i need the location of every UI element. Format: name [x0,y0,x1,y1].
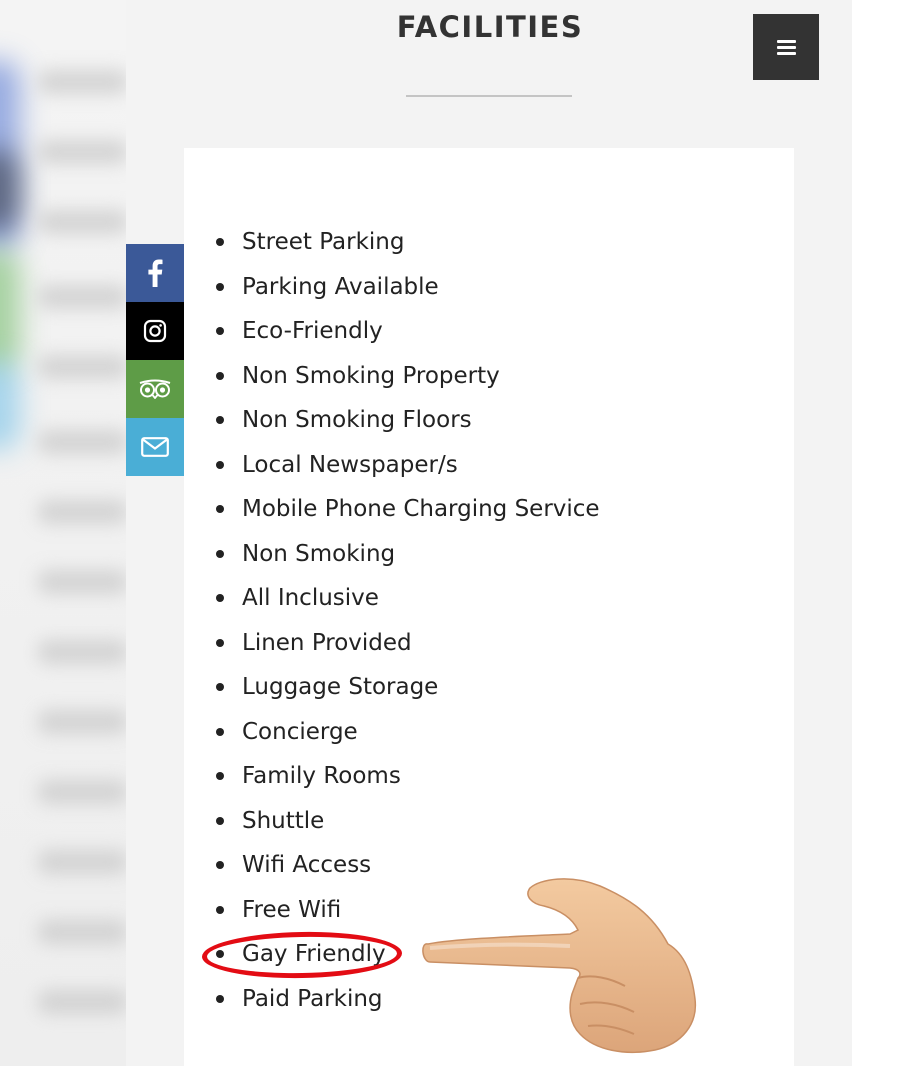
facility-label: All Inclusive [242,585,379,611]
instagram-button[interactable] [126,302,184,360]
bullet-icon [216,905,224,914]
bullet-icon [216,238,224,246]
menu-button[interactable] [753,14,819,80]
facility-label: Non Smoking [242,540,396,567]
facility-label: Eco-Friendly [242,318,383,344]
facebook-icon [148,259,163,287]
tripadvisor-owl-icon [139,379,171,399]
bullet-icon [216,594,224,602]
bullet-icon [216,772,224,780]
facility-label: Shuttle [242,807,325,834]
email-button[interactable] [126,418,184,476]
bullet-icon [216,371,224,380]
facility-label: Parking Available [242,273,439,300]
section-title: FACILITIES [396,10,584,44]
pointing-hand-icon [422,878,697,1053]
tripadvisor-button[interactable] [126,360,184,418]
facility-label: Luggage Storage [242,674,439,700]
facility-label: Local Newspaper/s [242,451,458,478]
bullet-icon [216,549,224,558]
bullet-icon [216,727,224,736]
bullet-icon [216,994,224,1003]
bullet-icon [216,861,224,869]
facebook-button[interactable] [126,244,184,302]
facility-label: Mobile Phone Charging Service [242,496,600,522]
bullet-icon [216,282,224,291]
instagram-icon [143,319,167,343]
blurred-background [0,0,126,1066]
bullet-icon [216,816,224,825]
bullet-icon [216,460,224,469]
hamburger-menu-icon [776,37,796,58]
bullet-icon [216,638,224,647]
facility-label: Free Wifi [242,896,342,923]
title-divider [406,95,572,97]
envelope-icon [141,437,169,457]
facility-label: Wifi Access [242,852,372,878]
page-margin [852,0,900,1066]
bullet-icon [216,416,224,424]
facility-label: Concierge [242,718,358,745]
bullet-icon [216,505,224,513]
bullet-icon [216,683,224,691]
facility-label: Paid Parking [242,985,383,1012]
facility-label: Street Parking [242,229,405,255]
bullet-icon [216,327,224,335]
facility-label: Linen Provided [242,629,412,656]
social-sidebar [126,244,184,476]
facility-label: Non Smoking Floors [242,407,472,433]
facility-label: Non Smoking Property [242,362,500,389]
facility-label: Family Rooms [242,763,401,789]
